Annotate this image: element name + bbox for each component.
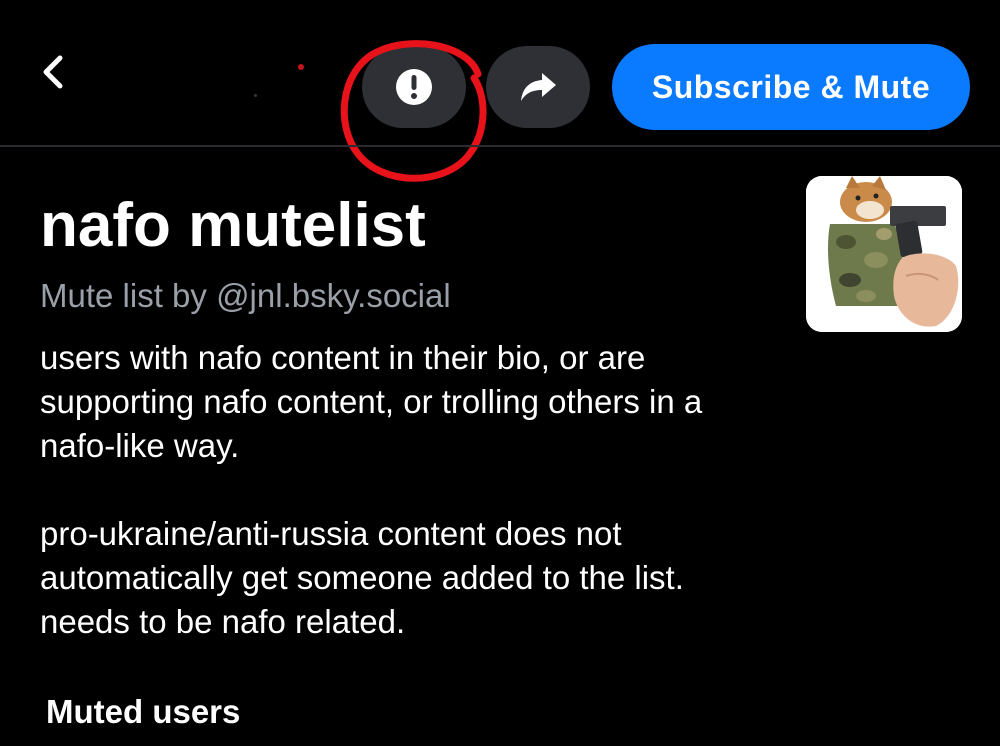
list-description: users with nafo content in their bio, or…	[40, 336, 780, 644]
screen-speck	[298, 64, 304, 70]
report-button[interactable]	[362, 46, 466, 128]
description-paragraph: pro-ukraine/anti-russia content does not…	[40, 515, 684, 640]
muted-users-heading: Muted users	[46, 693, 241, 730]
top-bar: Subscribe & Mute	[0, 0, 1000, 182]
author-handle-link[interactable]: @jnl.bsky.social	[216, 277, 451, 314]
list-byline: Mute list by @jnl.bsky.social	[40, 274, 451, 318]
header-divider	[0, 145, 1000, 147]
description-paragraph: users with nafo content in their bio, or…	[40, 339, 703, 464]
list-avatar-image	[806, 176, 962, 332]
alert-circle-icon	[396, 69, 432, 105]
share-arrow-icon	[521, 73, 556, 101]
share-button[interactable]	[486, 46, 590, 128]
chevron-left-icon	[43, 55, 63, 89]
list-avatar[interactable]	[806, 176, 962, 332]
subscribe-and-mute-button[interactable]: Subscribe & Mute	[612, 44, 970, 130]
byline-prefix: Mute list by	[40, 277, 217, 314]
back-button[interactable]	[30, 50, 74, 94]
screen-speck	[254, 94, 257, 97]
list-title: nafo mutelist	[40, 191, 426, 260]
